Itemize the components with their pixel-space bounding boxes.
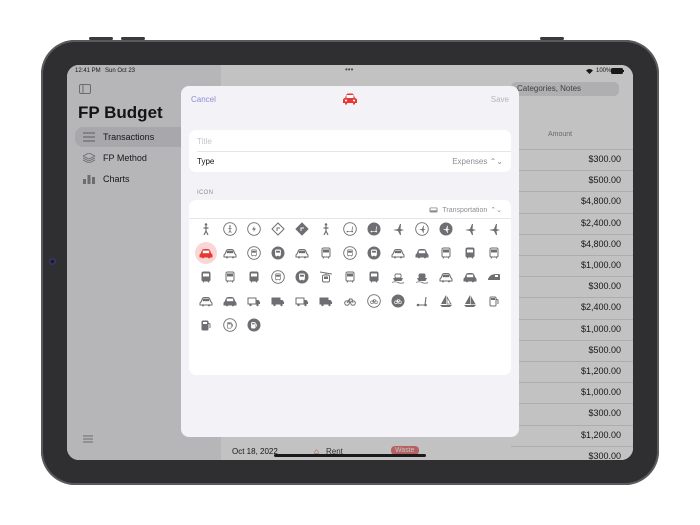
truck-badge-filled-icon[interactable] bbox=[315, 290, 337, 312]
ferry-icon[interactable] bbox=[387, 266, 409, 288]
sailboat-icon[interactable] bbox=[435, 290, 457, 312]
airplane-arrival-icon[interactable] bbox=[483, 218, 505, 240]
cablecar-icon[interactable] bbox=[315, 266, 337, 288]
bicycle-circle-icon[interactable] bbox=[363, 290, 385, 312]
train-side-icon[interactable] bbox=[435, 266, 457, 288]
sailboat-filled-icon[interactable] bbox=[459, 290, 481, 312]
train-speed-icon[interactable] bbox=[483, 266, 505, 288]
icon-picker: Transportation ⌃⌄ bbox=[189, 200, 511, 375]
scooter-circle-filled-icon[interactable] bbox=[363, 218, 385, 240]
title-input[interactable]: Title bbox=[197, 137, 212, 146]
ferry-filled-icon[interactable] bbox=[411, 266, 433, 288]
truck-box-icon[interactable] bbox=[243, 290, 265, 312]
tram-front-icon[interactable] bbox=[483, 242, 505, 264]
category-picker[interactable]: Transportation ⌃⌄ bbox=[429, 206, 502, 214]
type-value: Expenses bbox=[452, 157, 488, 166]
figure-walk-icon[interactable] bbox=[195, 218, 217, 240]
car-circle-icon[interactable] bbox=[243, 242, 265, 264]
bus-icon[interactable] bbox=[435, 242, 457, 264]
screen: 12:41 PM Sun Oct 23 FP Budget Transactio… bbox=[67, 65, 633, 460]
category-value: Transportation bbox=[442, 206, 488, 214]
bus-side-filled-icon[interactable] bbox=[219, 290, 241, 312]
tram-alt-icon[interactable] bbox=[339, 266, 361, 288]
airplane-icon[interactable] bbox=[387, 218, 409, 240]
details-group: Title Type Expenses ⌃⌄ bbox=[189, 130, 511, 172]
car-side-icon[interactable] bbox=[219, 242, 241, 264]
figure-stand-icon[interactable] bbox=[315, 218, 337, 240]
fuelpump-circle-filled-icon[interactable] bbox=[243, 314, 265, 336]
bus-side-icon[interactable] bbox=[195, 290, 217, 312]
icon-section-header: ICON bbox=[197, 190, 214, 196]
suv-icon[interactable] bbox=[387, 242, 409, 264]
bicycle-icon[interactable] bbox=[339, 290, 361, 312]
car-icon[interactable] bbox=[195, 242, 217, 264]
new-transaction-sheet: Cancel Save Title Type Expenses ⌃⌄ ICON … bbox=[181, 86, 519, 437]
truck-badge-icon[interactable] bbox=[291, 290, 313, 312]
home-indicator bbox=[274, 454, 426, 457]
chevron-updown-icon: ⌃⌄ bbox=[489, 157, 503, 166]
airplane-circle-icon[interactable] bbox=[411, 218, 433, 240]
fuelpump-icon[interactable] bbox=[483, 290, 505, 312]
bolt-circle-icon[interactable] bbox=[243, 218, 265, 240]
road-sign-filled-icon[interactable] bbox=[291, 218, 313, 240]
fuelpump-circle-icon[interactable] bbox=[219, 314, 241, 336]
save-button[interactable]: Save bbox=[491, 95, 509, 104]
tram-filled-icon[interactable] bbox=[195, 266, 217, 288]
power-button bbox=[540, 37, 564, 40]
train-icon[interactable] bbox=[219, 266, 241, 288]
truck-box-filled-icon[interactable] bbox=[267, 290, 289, 312]
volume-button bbox=[121, 37, 145, 40]
chevron-updown-icon: ⌃⌄ bbox=[490, 207, 502, 214]
bus-filled-icon[interactable] bbox=[459, 242, 481, 264]
fuelpump-filled-icon[interactable] bbox=[195, 314, 217, 336]
bus-front-icon[interactable] bbox=[315, 242, 337, 264]
tram-alt-filled-icon[interactable] bbox=[363, 266, 385, 288]
divider bbox=[197, 151, 511, 152]
bus-icon bbox=[429, 207, 438, 212]
road-sign-icon[interactable] bbox=[267, 218, 289, 240]
volume-button bbox=[89, 37, 113, 40]
airplane-departure-icon[interactable] bbox=[459, 218, 481, 240]
train-side-filled-icon[interactable] bbox=[459, 266, 481, 288]
airplane-circle-filled-icon[interactable] bbox=[435, 218, 457, 240]
bus-circle-filled-icon[interactable] bbox=[363, 242, 385, 264]
cancel-button[interactable]: Cancel bbox=[191, 95, 216, 104]
tram-circle-filled-icon[interactable] bbox=[291, 266, 313, 288]
figure-walk-circle-icon[interactable] bbox=[219, 218, 241, 240]
scooter-circle-icon[interactable] bbox=[339, 218, 361, 240]
scooter-icon[interactable] bbox=[411, 290, 433, 312]
train-filled-icon[interactable] bbox=[243, 266, 265, 288]
bicycle-circle-filled-icon[interactable] bbox=[387, 290, 409, 312]
bus-circle-icon[interactable] bbox=[339, 242, 361, 264]
tram-circle-icon[interactable] bbox=[267, 266, 289, 288]
car-convertible-icon[interactable] bbox=[291, 242, 313, 264]
suv-filled-icon[interactable] bbox=[411, 242, 433, 264]
type-label: Type bbox=[197, 157, 215, 166]
car-circle-filled-icon[interactable] bbox=[267, 242, 289, 264]
car-icon bbox=[343, 93, 357, 105]
front-camera bbox=[49, 258, 56, 265]
type-picker[interactable]: Expenses ⌃⌄ bbox=[452, 157, 503, 166]
